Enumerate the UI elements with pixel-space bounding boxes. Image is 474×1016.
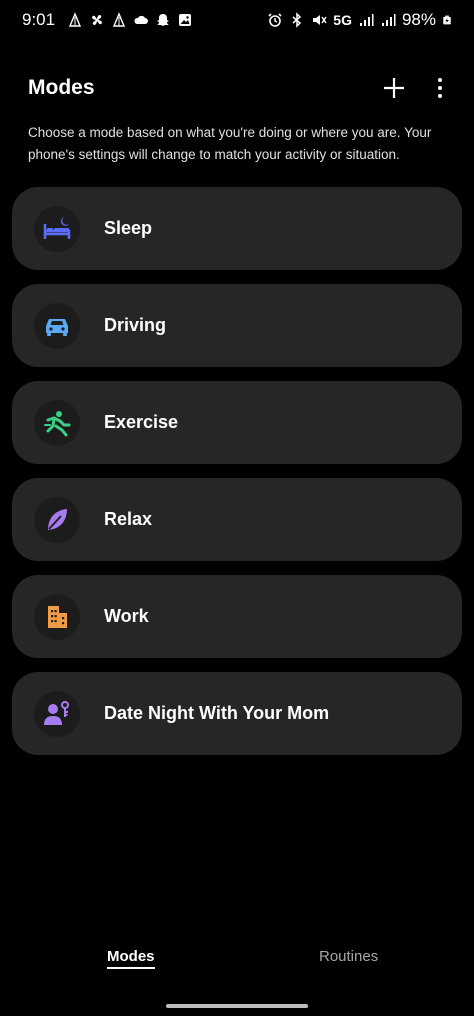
- mode-icon-container: [34, 690, 80, 737]
- mode-card-relax[interactable]: Relax: [12, 478, 462, 561]
- signal-icon-2: [381, 14, 396, 26]
- battery-percent: 98%: [401, 10, 436, 29]
- leaf-icon: [48, 508, 67, 530]
- cloud-icon: [134, 15, 149, 24]
- more-vertical-icon: [438, 78, 442, 98]
- mode-label: Exercise: [104, 412, 179, 432]
- fan-notification-icon: [92, 15, 103, 25]
- snapchat-icon: [157, 14, 170, 26]
- app-header: Modes: [28, 70, 454, 106]
- network-type: 5G: [333, 12, 352, 28]
- plus-icon: [384, 78, 404, 98]
- status-left: 9:01: [22, 10, 193, 30]
- tab-modes[interactable]: Modes: [107, 948, 155, 969]
- bottom-nav: Modes Routines: [0, 948, 474, 984]
- more-options-button[interactable]: [426, 74, 454, 102]
- running-person-icon: [44, 410, 71, 436]
- mode-card-driving[interactable]: Driving: [12, 284, 462, 367]
- modes-description: Choose a mode based on what you're doing…: [28, 125, 432, 162]
- status-right: 5G 98%: [267, 10, 452, 30]
- person-key-icon: [44, 700, 69, 725]
- page-title: Modes: [28, 76, 95, 99]
- mode-icon-container: [34, 496, 80, 543]
- mute-icon: [313, 15, 327, 25]
- gallery-icon: [179, 14, 192, 26]
- mode-label: Date Night With Your Mom: [104, 703, 330, 723]
- tab-routines[interactable]: Routines: [319, 948, 378, 965]
- signal-icon: [359, 14, 374, 26]
- mode-icon-container: [34, 302, 80, 349]
- mode-label: Relax: [104, 509, 153, 529]
- mode-card-exercise[interactable]: Exercise: [12, 381, 462, 464]
- mode-card-date-night[interactable]: Date Night With Your Mom: [12, 672, 462, 755]
- status-bar: 9:01 5G 98%: [0, 0, 474, 40]
- mode-icon-container: [34, 205, 80, 252]
- mode-label: Driving: [104, 315, 167, 335]
- mode-label: Sleep: [104, 218, 153, 238]
- tower-notification-icon-2: [113, 12, 126, 27]
- mode-icon-container: [34, 593, 80, 640]
- bluetooth-icon: [292, 12, 302, 28]
- mode-card-sleep[interactable]: Sleep: [12, 187, 462, 270]
- tower-notification-icon: [69, 12, 82, 27]
- bed-moon-icon: [43, 216, 71, 239]
- header-actions: [380, 74, 454, 102]
- mode-list: Sleep Driving Exercise Relax Work Date N…: [12, 187, 462, 769]
- status-time: 9:01: [22, 10, 56, 29]
- mode-icon-container: [34, 399, 80, 446]
- home-indicator[interactable]: [166, 1004, 308, 1008]
- add-mode-button[interactable]: [380, 74, 408, 102]
- mode-label: Work: [104, 606, 149, 626]
- alarm-icon: [268, 13, 282, 27]
- car-icon: [46, 318, 68, 336]
- building-icon: [48, 605, 67, 628]
- mode-card-work[interactable]: Work: [12, 575, 462, 658]
- battery-charging-icon: [443, 15, 451, 25]
